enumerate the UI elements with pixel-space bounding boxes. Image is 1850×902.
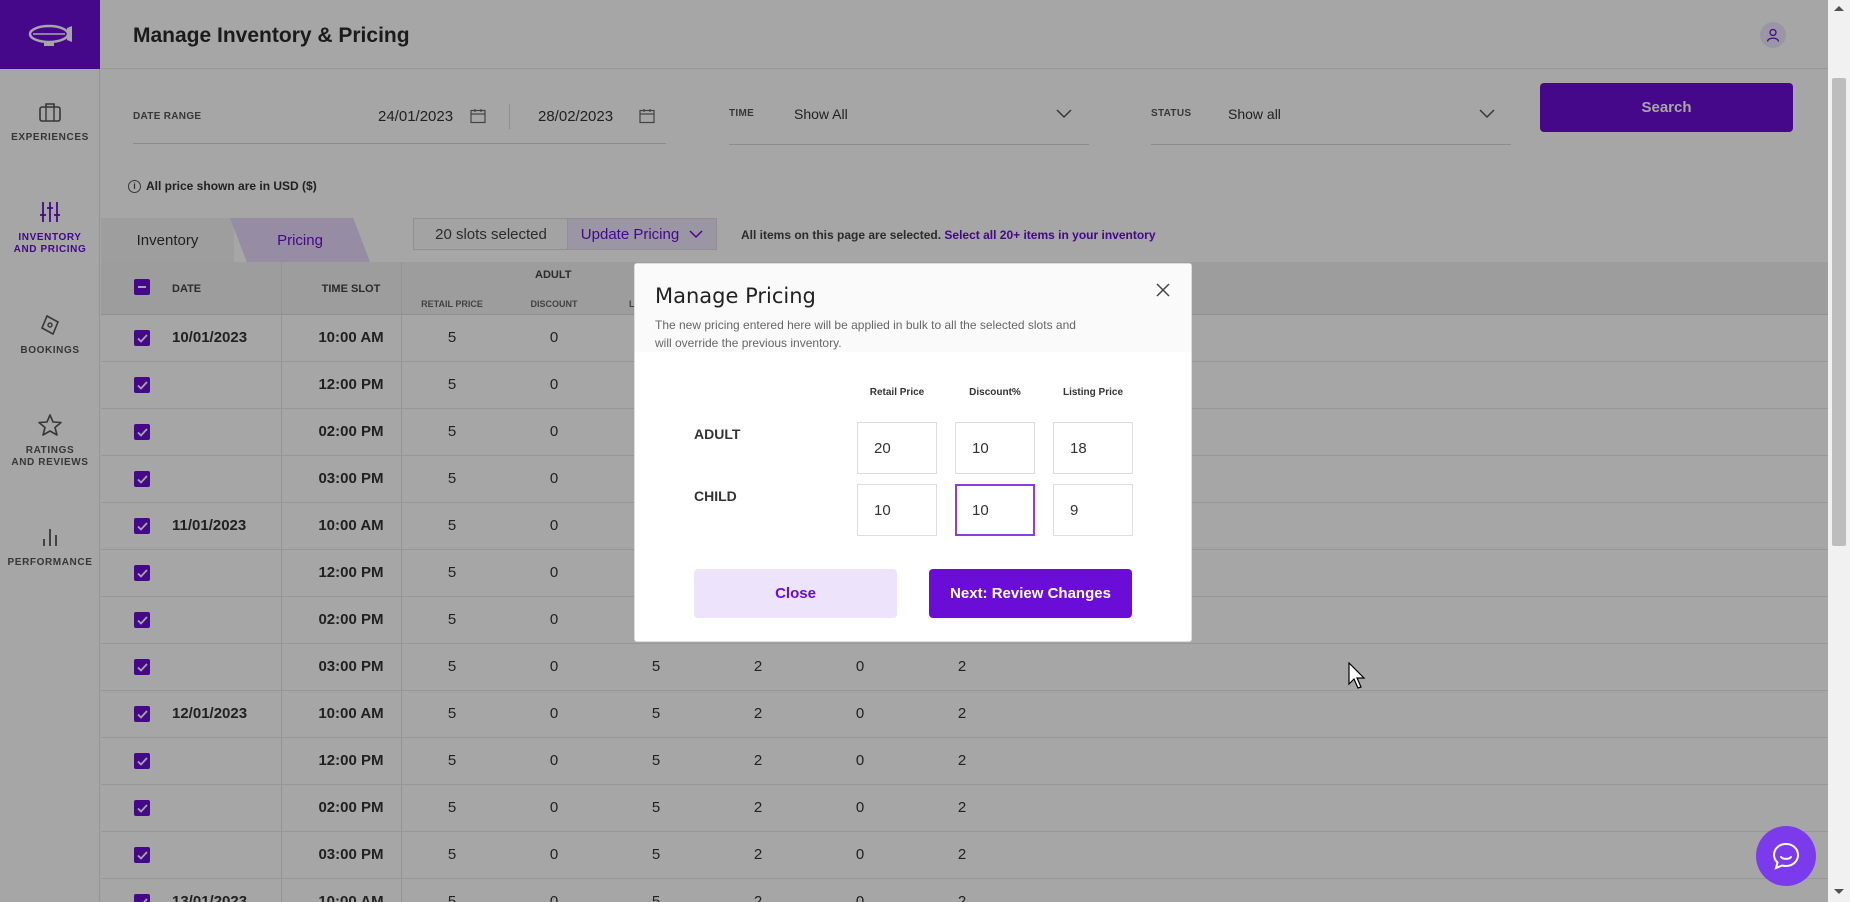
chat-bubble-icon: [1772, 842, 1800, 870]
modal-title: Manage Pricing: [655, 284, 816, 308]
adult-label: ADULT: [694, 426, 741, 442]
next-review-changes-button[interactable]: Next: Review Changes: [929, 569, 1132, 618]
mouse-cursor-icon: [1348, 662, 1366, 689]
scroll-up-icon[interactable]: [1833, 4, 1845, 12]
modal-header: Manage Pricing The new pricing entered h…: [635, 264, 1191, 352]
scroll-down-icon[interactable]: [1833, 888, 1845, 896]
retail-price-header: Retail Price: [869, 387, 925, 398]
close-icon[interactable]: [1155, 282, 1171, 298]
discount-header: Discount%: [969, 387, 1021, 398]
child-listing-price-input[interactable]: [1053, 484, 1133, 536]
adult-discount-input[interactable]: [955, 422, 1035, 474]
scrollbar-thumb[interactable]: [1832, 78, 1846, 546]
listing-price-header: Listing Price: [1062, 387, 1123, 398]
close-button[interactable]: Close: [694, 569, 897, 618]
chat-button[interactable]: [1756, 826, 1816, 886]
child-discount-input[interactable]: [955, 484, 1035, 536]
child-label: CHILD: [694, 488, 737, 504]
manage-pricing-modal: Manage Pricing The new pricing entered h…: [634, 263, 1192, 642]
adult-listing-price-input[interactable]: [1053, 422, 1133, 474]
adult-retail-price-input[interactable]: [857, 422, 937, 474]
modal-description: The new pricing entered here will be app…: [655, 318, 1076, 350]
child-retail-price-input[interactable]: [857, 484, 937, 536]
scrollbar[interactable]: [1828, 0, 1850, 902]
